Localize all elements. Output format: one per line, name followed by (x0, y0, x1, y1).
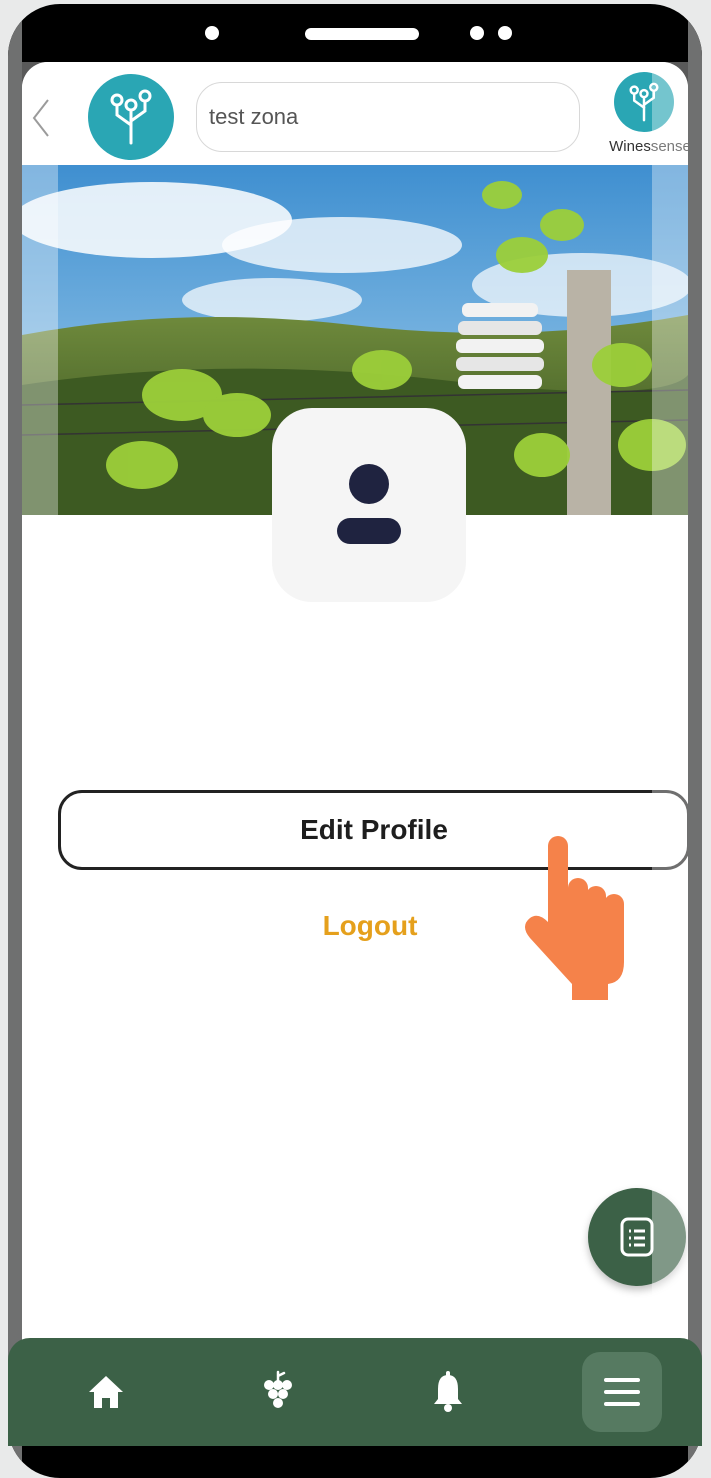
speaker-bar (305, 28, 419, 40)
phone-frame: Winessense (8, 4, 702, 1478)
top-bar: Winessense (22, 62, 688, 162)
nav-home[interactable] (66, 1352, 146, 1432)
search-input[interactable] (196, 82, 580, 152)
nav-notifications[interactable] (408, 1352, 488, 1432)
sensor-dot (498, 26, 512, 40)
user-icon (337, 464, 401, 544)
back-button[interactable] (30, 96, 52, 140)
nav-vineyard[interactable] (238, 1352, 318, 1432)
phone-bezel-left (8, 4, 22, 1478)
camera-dot (205, 26, 219, 40)
sensor-dot (470, 26, 484, 40)
brand-logo (614, 72, 674, 132)
nav-menu[interactable] (582, 1352, 662, 1432)
phone-bezel-right (688, 4, 702, 1478)
notes-fab-button[interactable] (588, 1188, 686, 1286)
pointing-hand-icon (512, 832, 642, 1012)
document-list-icon (620, 1217, 654, 1257)
grapes-icon (264, 1370, 292, 1408)
bottom-navigation (8, 1338, 702, 1446)
brand-switcher[interactable]: Winessense (600, 72, 688, 162)
app-screen: Winessense (22, 62, 688, 1446)
brand-name: Winessense (609, 138, 688, 155)
app-logo[interactable] (88, 74, 174, 160)
circuit-tree-icon (629, 82, 659, 122)
menu-icon (604, 1378, 640, 1406)
circuit-tree-icon (110, 89, 152, 145)
avatar[interactable] (272, 408, 466, 602)
bell-icon (434, 1371, 462, 1412)
logout-link[interactable]: Logout (272, 910, 468, 942)
chevron-left-icon (32, 99, 49, 137)
home-icon (89, 1376, 123, 1408)
